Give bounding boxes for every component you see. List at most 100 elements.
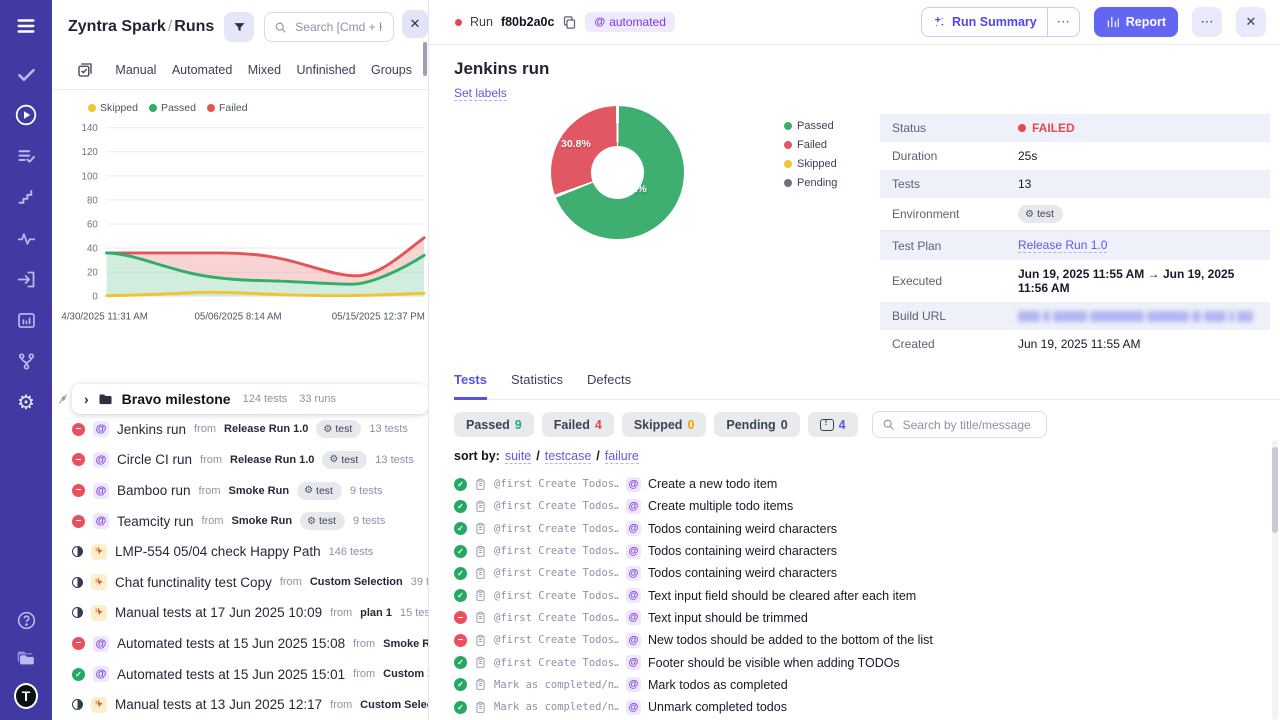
select-all-button[interactable] — [70, 59, 100, 81]
run-id: f80b2a0c — [501, 15, 555, 29]
tests-search[interactable] — [872, 411, 1047, 438]
bar-chart-icon[interactable] — [14, 308, 38, 332]
runs-search-input[interactable] — [293, 19, 384, 35]
run-row[interactable]: Manual tests at 13 Jun 2025 12:17 from C… — [52, 689, 428, 720]
partial-status-icon — [72, 607, 83, 618]
test-row[interactable]: @first Create Todos… Footer should be vi… — [454, 651, 1280, 673]
run-row[interactable]: Circle CI run from Release Run 1.0 test … — [52, 445, 428, 476]
from-label: from — [202, 515, 224, 527]
run-summary-more-button[interactable]: ⋯ — [1047, 8, 1079, 36]
filter-button[interactable] — [224, 12, 254, 42]
run-row[interactable]: LMP-554 05/04 check Happy Path 146 tests — [52, 536, 428, 567]
chevron-right-icon[interactable]: › — [84, 392, 89, 406]
test-row[interactable]: Mark as completed/n… Unmark completed to… — [454, 696, 1280, 718]
filter-failed[interactable]: Failed4 — [542, 412, 614, 437]
skipped-dot — [784, 160, 792, 168]
passed-status-icon — [454, 500, 467, 513]
help-icon[interactable] — [14, 608, 38, 632]
sparkle-icon — [932, 15, 946, 29]
test-row[interactable]: @first Create Todos… Create a new todo i… — [454, 473, 1280, 495]
milestone-row[interactable]: › Bravo milestone 124 tests 33 runs — [72, 384, 428, 414]
filter-skipped[interactable]: Skipped0 — [622, 412, 707, 437]
build-url-redacted[interactable] — [1018, 311, 1253, 322]
activity-icon[interactable] — [14, 226, 38, 250]
projects-folder-icon[interactable] — [14, 646, 38, 670]
app-logo[interactable]: T — [14, 684, 38, 708]
tests-search-input[interactable] — [901, 417, 1037, 433]
results-donut-chart: 30.8% 69.2% — [551, 106, 684, 239]
status-failed-dot — [1018, 124, 1026, 132]
milestone-name: Bravo milestone — [122, 391, 231, 407]
tab-tests[interactable]: Tests — [454, 372, 487, 400]
clipboard-icon — [474, 656, 487, 669]
breadcrumb: Zyntra Spark/Runs — [68, 18, 214, 36]
tab-groups[interactable]: Groups — [371, 63, 412, 77]
run-row[interactable]: Jenkins run from Release Run 1.0 test 13… — [52, 414, 428, 445]
run-row[interactable]: Automated tests at 15 Jun 2025 15:01 fro… — [52, 659, 428, 690]
sort-by-suite[interactable]: suite — [505, 449, 531, 464]
run-row[interactable]: Manual tests at 17 Jun 2025 10:09 from p… — [52, 598, 428, 629]
check-icon[interactable] — [14, 62, 38, 86]
sort-by-testcase[interactable]: testcase — [545, 449, 592, 464]
report-button[interactable]: Report — [1094, 7, 1178, 37]
run-row[interactable]: Chat functinality test Copy from Custom … — [52, 567, 428, 598]
donut-legend: Passed Failed Skipped Pending — [784, 120, 862, 358]
set-labels-link[interactable]: Set labels — [454, 86, 507, 101]
test-row[interactable]: @first Create Todos… Create multiple tod… — [454, 495, 1280, 517]
menu-icon[interactable] — [14, 14, 38, 38]
filter-pending[interactable]: Pending0 — [714, 412, 799, 437]
copy-icon[interactable] — [562, 15, 577, 30]
test-row[interactable]: @first Create Todos… Todos containing we… — [454, 540, 1280, 562]
test-row[interactable]: @first Create Todos… Text input field sh… — [454, 584, 1280, 606]
tab-statistics[interactable]: Statistics — [511, 372, 563, 399]
run-summary-button[interactable]: Run Summary — [922, 8, 1047, 36]
manual-run-icon — [91, 544, 107, 560]
automated-test-icon — [626, 655, 641, 670]
tab-unfinished[interactable]: Unfinished — [297, 63, 356, 77]
automated-badge[interactable]: automated — [585, 12, 674, 32]
close-panel-button[interactable]: ✕ — [402, 10, 428, 38]
steps-icon[interactable] — [14, 185, 38, 209]
page-title: Runs — [174, 18, 214, 35]
tab-automated[interactable]: Automated — [172, 63, 232, 77]
gear-icon[interactable]: ⚙ — [14, 390, 38, 414]
area-chart-legend: Skipped Passed Failed — [88, 102, 428, 114]
run-row[interactable]: Automated tests at 15 Jun 2025 15:08 fro… — [52, 628, 428, 659]
tests-scrollbar-thumb[interactable] — [1272, 447, 1278, 533]
detail-label: Created — [892, 337, 1018, 351]
legend-failed: Failed — [219, 102, 248, 114]
test-row[interactable]: @first Create Todos… New todos should be… — [454, 629, 1280, 651]
list-check-icon[interactable] — [14, 144, 38, 168]
test-plan-link[interactable]: Release Run 1.0 — [1018, 238, 1107, 253]
left-panel-scrollbar[interactable] — [423, 42, 427, 76]
search-icon — [274, 21, 287, 34]
filter-passed[interactable]: Passed9 — [454, 412, 534, 437]
env-badge[interactable]: test — [1018, 205, 1063, 223]
runs-search[interactable] — [264, 12, 394, 42]
filter-comments[interactable]: 4 — [808, 412, 858, 437]
folder-icon — [97, 391, 114, 408]
test-row[interactable]: @first Create Todos… Todos containing we… — [454, 518, 1280, 540]
runs-play-icon[interactable] — [14, 103, 38, 127]
import-icon[interactable] — [14, 267, 38, 291]
test-row[interactable]: @first Create Todos… Text input should b… — [454, 607, 1280, 629]
tab-mixed[interactable]: Mixed — [248, 63, 281, 77]
manual-run-icon — [91, 697, 107, 713]
run-source: Custom Selection — [310, 576, 403, 588]
run-tests-count: 9 tests — [353, 515, 385, 527]
tab-manual[interactable]: Manual — [115, 63, 156, 77]
sort-by-failure[interactable]: failure — [605, 449, 639, 464]
milestone-runs-count: 33 runs — [299, 393, 336, 405]
test-row[interactable]: Mark as completed/n… Mark todos as compl… — [454, 674, 1280, 696]
run-row[interactable]: Bamboo run from Smoke Run test 9 tests — [52, 475, 428, 506]
test-row[interactable]: @first Create Todos… Todos containing we… — [454, 562, 1280, 584]
legend-passed: Passed — [797, 120, 834, 132]
tab-defects[interactable]: Defects — [587, 372, 631, 399]
git-branch-icon[interactable] — [14, 349, 38, 373]
close-detail-button[interactable]: ✕ — [1236, 7, 1266, 37]
x-label: 05/06/2025 8:14 AM — [194, 312, 281, 323]
comment-icon — [820, 419, 834, 431]
failed-slice-label: 30.8% — [561, 138, 591, 150]
run-row[interactable]: Teamcity run from Smoke Run test 9 tests — [52, 506, 428, 537]
more-actions-button[interactable]: ⋯ — [1192, 7, 1222, 37]
